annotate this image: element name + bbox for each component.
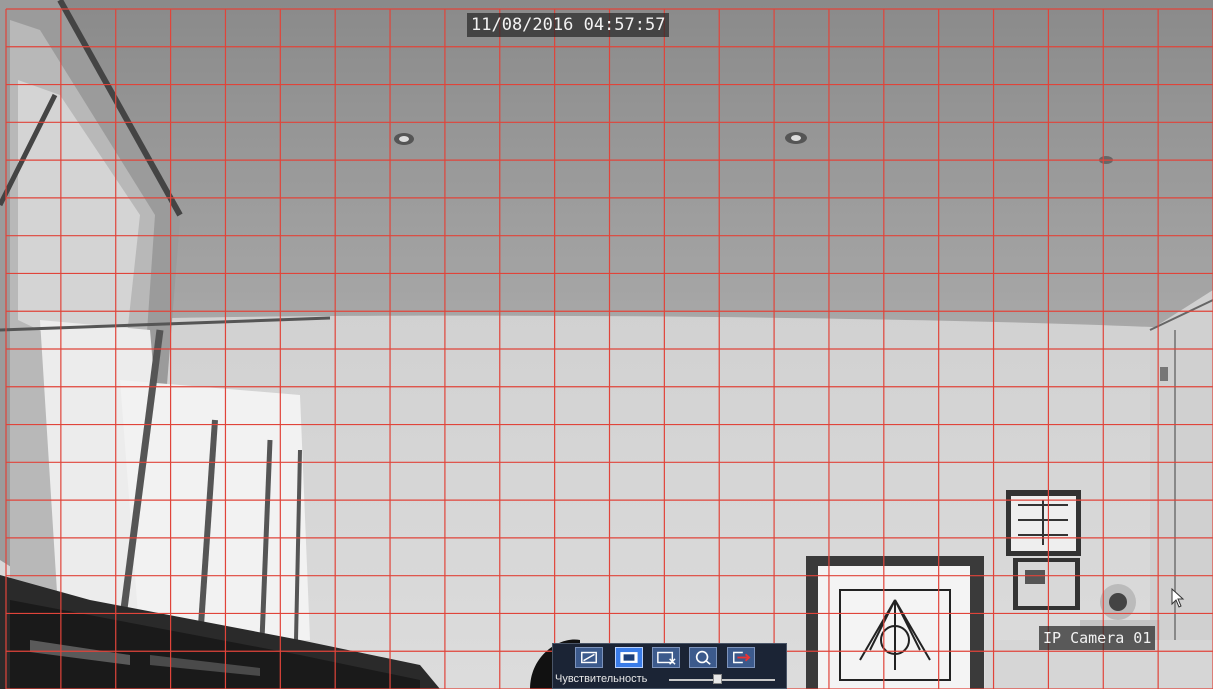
draw-area-button[interactable] (575, 647, 603, 668)
motion-detection-grid[interactable] (0, 0, 1213, 689)
draw-area-icon (581, 651, 597, 664)
sensitivity-label: Чувствительность (555, 673, 648, 685)
select-all-button[interactable] (615, 647, 643, 668)
sensitivity-slider-handle[interactable] (712, 674, 722, 684)
exit-button[interactable] (727, 647, 755, 668)
mouse-pointer-icon (1171, 588, 1185, 608)
exit-icon (733, 651, 751, 664)
camera-name-overlay: IP Camera 01 (1039, 626, 1156, 650)
clear-area-button[interactable] (652, 647, 680, 668)
search-icon (695, 650, 711, 665)
motion-area-toolbar: Чувствительность (552, 643, 787, 689)
clear-area-icon (657, 651, 676, 665)
camera-view[interactable]: 11/08/2016 04:57:57 IP Camera 01 Чувстви… (0, 0, 1213, 689)
timestamp-overlay: 11/08/2016 04:57:57 (467, 13, 670, 37)
preview-button[interactable] (689, 647, 717, 668)
sensitivity-slider-track[interactable] (669, 679, 775, 681)
full-area-icon (620, 652, 638, 663)
